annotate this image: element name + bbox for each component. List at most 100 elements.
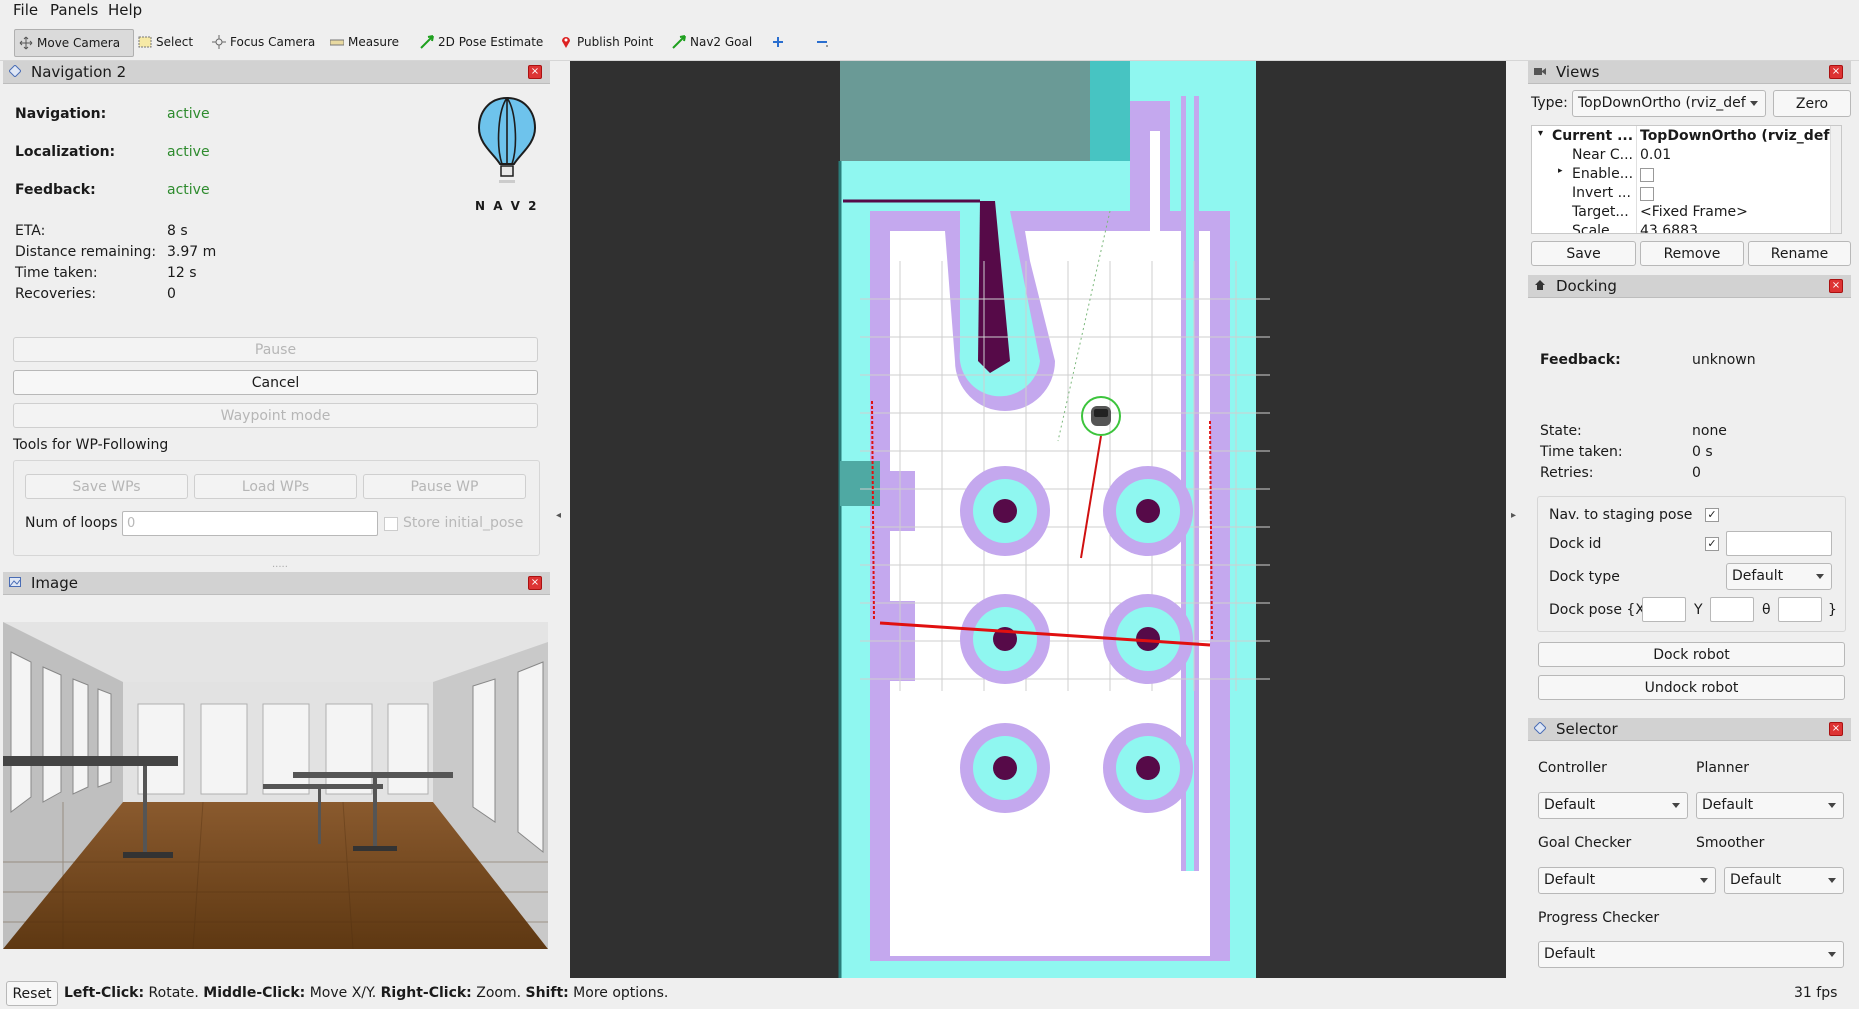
dock-robot-button[interactable]: Dock robot xyxy=(1538,642,1845,667)
shift-key: Shift: xyxy=(525,985,569,1001)
close-icon[interactable]: × xyxy=(528,65,542,79)
3d-viewport[interactable] xyxy=(570,61,1506,978)
dock-id-checkbox[interactable]: ✓ xyxy=(1705,537,1719,551)
docking-time-value: 0 s xyxy=(1692,444,1713,460)
tree-value[interactable]: 43.6883 xyxy=(1640,223,1698,233)
close-icon[interactable]: × xyxy=(1829,722,1843,736)
green-arrow-icon xyxy=(672,35,686,49)
docking-panel-header: Docking × xyxy=(1528,275,1851,298)
move-camera-tool[interactable]: Move Camera xyxy=(14,29,134,57)
pause-button[interactable]: Pause xyxy=(13,337,538,362)
collapse-left-icon[interactable]: ◂ xyxy=(556,510,561,521)
rename-view-button[interactable]: Rename xyxy=(1748,241,1851,266)
status-hint: Left-Click: Rotate. Middle-Click: Move X… xyxy=(64,985,668,1001)
close-icon[interactable]: × xyxy=(1829,279,1843,293)
middle-click-desc: Move X/Y. xyxy=(305,985,381,1001)
dock-pose-theta-input[interactable] xyxy=(1778,597,1822,622)
dock-pose-x-input[interactable] xyxy=(1642,597,1686,622)
view-type-select[interactable]: TopDownOrtho (rviz_def xyxy=(1572,90,1766,117)
remove-view-button[interactable]: Remove xyxy=(1640,241,1744,266)
costmap-render xyxy=(838,61,1270,978)
smoother-label: Smoother xyxy=(1696,835,1765,851)
publish-point-label: Publish Point xyxy=(577,35,654,49)
chevron-down-icon xyxy=(1750,101,1758,106)
nav2-goal-tool[interactable]: Nav2 Goal xyxy=(668,29,752,55)
tree-value[interactable]: 0.01 xyxy=(1640,147,1671,163)
time-taken-label: Time taken: xyxy=(15,265,98,281)
chevron-down-icon xyxy=(1828,878,1836,883)
undock-robot-button[interactable]: Undock robot xyxy=(1538,675,1845,700)
select-icon xyxy=(138,36,152,48)
collapse-right-icon[interactable]: ▸ xyxy=(1511,510,1516,521)
panel-title: Views xyxy=(1556,63,1600,81)
panel-title: Navigation 2 xyxy=(31,63,127,81)
dock-type-select[interactable]: Default xyxy=(1726,563,1832,590)
wp-tools-label: Tools for WP-Following xyxy=(13,437,169,453)
menu-help[interactable]: Help xyxy=(108,1,142,19)
controller-select[interactable]: Default xyxy=(1538,792,1688,819)
recoveries-value: 0 xyxy=(167,286,176,302)
add-tool-button[interactable] xyxy=(767,29,789,55)
expand-down-icon[interactable]: ▾ xyxy=(1538,128,1543,139)
pose-estimate-tool[interactable]: 2D Pose Estimate xyxy=(416,29,543,55)
store-initial-pose-checkbox[interactable] xyxy=(384,517,398,531)
num-loops-input[interactable]: 0 xyxy=(122,511,378,536)
planner-value: Default xyxy=(1702,797,1754,813)
cancel-button[interactable]: Cancel xyxy=(13,370,538,395)
dock-pose-theta-label: θ xyxy=(1762,602,1771,618)
ruler-icon xyxy=(330,39,344,46)
menu-panels[interactable]: Panels xyxy=(50,1,98,19)
nav2-logo-text: N A V 2 xyxy=(475,199,539,213)
tree-scrollbar[interactable] xyxy=(1830,126,1841,233)
zero-button[interactable]: Zero xyxy=(1773,90,1851,117)
view-properties-tree[interactable]: ▾ Current ... TopDownOrtho (rviz_defaul.… xyxy=(1531,125,1842,234)
select-tool[interactable]: Select xyxy=(134,29,193,55)
focus-camera-tool[interactable]: Focus Camera xyxy=(208,29,315,55)
controller-label: Controller xyxy=(1538,760,1607,776)
save-wps-button[interactable]: Save WPs xyxy=(25,474,188,499)
diamond-icon xyxy=(9,65,21,77)
image-panel-header: Image × xyxy=(3,572,550,595)
tree-value[interactable]: <Fixed Frame> xyxy=(1640,204,1748,220)
pause-wp-button[interactable]: Pause WP xyxy=(363,474,526,499)
reset-button[interactable]: Reset xyxy=(6,981,58,1006)
close-icon[interactable]: × xyxy=(528,576,542,590)
time-taken-value: 12 s xyxy=(167,265,197,281)
measure-tool[interactable]: Measure xyxy=(326,29,399,55)
save-view-button[interactable]: Save xyxy=(1531,241,1636,266)
remove-tool-button[interactable] xyxy=(811,29,833,55)
shift-desc: More options. xyxy=(568,985,669,1001)
goal-checker-select[interactable]: Default xyxy=(1538,867,1716,894)
dock-pose-y-input[interactable] xyxy=(1710,597,1754,622)
minus-icon xyxy=(817,41,828,47)
docking-state-label: State: xyxy=(1540,423,1582,439)
navigation2-panel-header: Navigation 2 × xyxy=(3,61,550,84)
chevron-down-icon xyxy=(1828,803,1836,808)
nav2-goal-label: Nav2 Goal xyxy=(690,35,753,49)
expand-right-icon[interactable]: ▸ xyxy=(1558,166,1563,176)
staging-pose-checkbox[interactable]: ✓ xyxy=(1705,508,1719,522)
navigation-label: Navigation: xyxy=(15,106,107,122)
dock-id-input[interactable] xyxy=(1726,531,1832,556)
planner-select[interactable]: Default xyxy=(1696,792,1844,819)
docking-feedback-label: Feedback: xyxy=(1540,352,1621,368)
distance-label: Distance remaining: xyxy=(15,244,157,260)
waypoint-mode-button[interactable]: Waypoint mode xyxy=(13,403,538,428)
splitter-handle[interactable]: ..... xyxy=(272,559,288,570)
publish-point-tool[interactable]: Publish Point xyxy=(555,29,653,55)
menu-file[interactable]: File xyxy=(13,1,38,19)
green-arrow-icon xyxy=(420,35,434,49)
dock-pose-y-label: Y xyxy=(1694,602,1703,618)
progress-checker-select[interactable]: Default xyxy=(1538,941,1844,968)
image-icon xyxy=(9,577,21,587)
distance-value: 3.97 m xyxy=(167,244,217,260)
smoother-select[interactable]: Default xyxy=(1724,867,1844,894)
enable-checkbox[interactable] xyxy=(1640,168,1654,182)
load-wps-button[interactable]: Load WPs xyxy=(194,474,357,499)
close-icon[interactable]: × xyxy=(1829,65,1843,79)
invert-checkbox[interactable] xyxy=(1640,187,1654,201)
panel-title: Docking xyxy=(1556,277,1617,295)
controller-value: Default xyxy=(1544,797,1596,813)
docking-feedback-value: unknown xyxy=(1692,352,1756,368)
tree-key: Scale xyxy=(1572,223,1610,234)
